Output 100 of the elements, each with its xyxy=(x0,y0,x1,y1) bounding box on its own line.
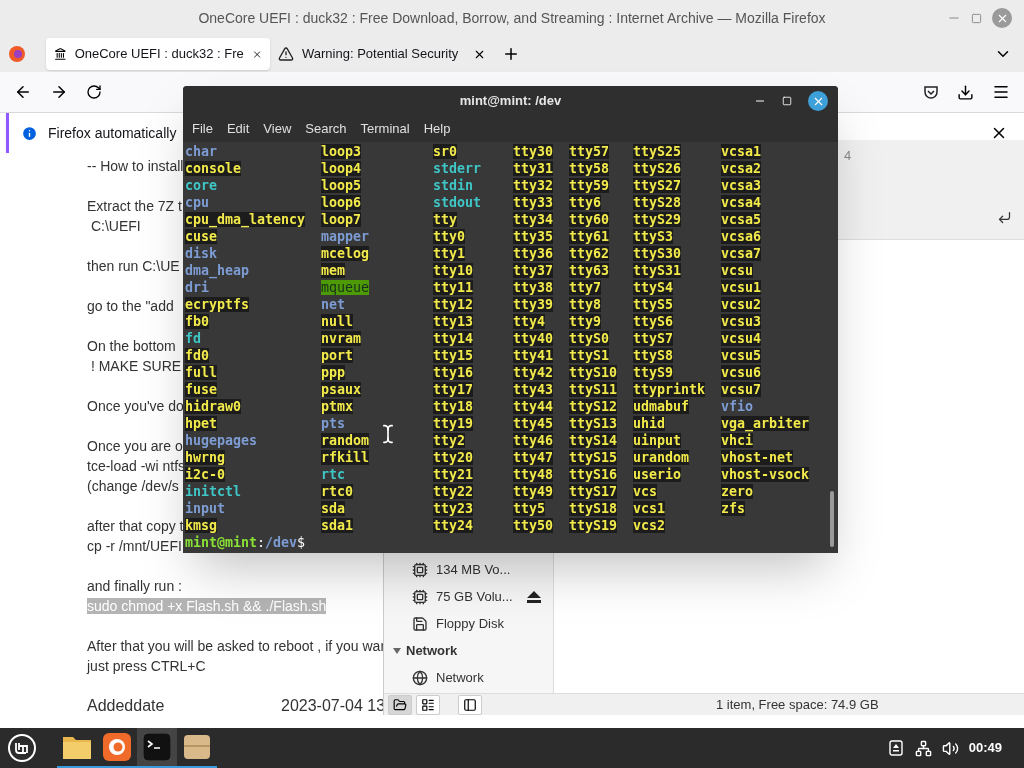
body-text: ! MAKE SURE xyxy=(89,358,182,374)
file-name: vhost-net xyxy=(721,450,794,465)
sidebar-item[interactable]: Floppy Disk xyxy=(384,610,553,637)
file-name: tty38 xyxy=(513,280,554,295)
file-name: ttyS19 xyxy=(569,518,618,533)
reload-icon[interactable] xyxy=(86,84,102,100)
menu-item[interactable]: File xyxy=(192,119,213,139)
file-name: ecryptfs xyxy=(185,297,250,312)
sidebar-item[interactable]: 134 MB Vo... xyxy=(384,556,553,583)
file-name: loop5 xyxy=(321,178,362,193)
menu-item[interactable]: Terminal xyxy=(360,119,410,139)
body-text: go to the "add xyxy=(87,298,174,314)
menu-item[interactable]: Help xyxy=(423,119,451,139)
file-name: tty xyxy=(433,212,458,227)
prompt-symbol: $ xyxy=(297,534,306,551)
file-name: tty1 xyxy=(433,246,466,261)
file-name: ttyS27 xyxy=(633,178,682,193)
file-name: hwrng xyxy=(185,450,226,465)
file-name: ttyS11 xyxy=(569,382,618,397)
file-name: ttyS10 xyxy=(569,365,618,380)
file-name: tty58 xyxy=(569,161,610,176)
forward-icon[interactable] xyxy=(50,83,68,101)
file-name: vcsa3 xyxy=(721,178,762,193)
view-button[interactable] xyxy=(388,694,412,715)
back-icon[interactable] xyxy=(14,83,32,101)
terminal-title: mint@mint: /dev xyxy=(459,92,562,111)
file-name: char xyxy=(185,144,218,159)
volume-icon[interactable] xyxy=(941,739,959,757)
firefox-icon[interactable] xyxy=(103,733,131,761)
taskbar-app[interactable] xyxy=(137,728,177,768)
download-icon[interactable] xyxy=(957,83,974,101)
file-name: kmsg xyxy=(185,518,218,533)
file-name: tty10 xyxy=(433,263,474,278)
file-name: tty11 xyxy=(433,280,474,295)
body-text: After that you will be asked to reboot , if you war xyxy=(87,638,386,654)
eject-icon[interactable] xyxy=(888,740,903,756)
metadata-label: Addeddate xyxy=(87,696,166,716)
shield-icon[interactable] xyxy=(923,84,939,100)
prompt-user: mint@mint xyxy=(185,534,258,551)
sidebar-item[interactable]: 75 GB Volu... xyxy=(384,583,553,610)
menu-logo-icon[interactable] xyxy=(7,733,37,763)
file-name: ttyS16 xyxy=(569,467,618,482)
sidebar-item[interactable]: Network xyxy=(384,664,553,691)
notification-text: Firefox automatically xyxy=(48,123,177,143)
view-button[interactable] xyxy=(416,694,440,715)
file-name: uhid xyxy=(633,416,666,431)
body-text: cp -r /mnt/UEFI xyxy=(87,538,182,554)
file-name: i2c-0 xyxy=(185,467,226,482)
file-name: tty14 xyxy=(433,331,474,346)
folder-icon[interactable] xyxy=(62,734,92,760)
file-name: ttyS4 xyxy=(633,280,674,295)
terminal-icon[interactable] xyxy=(143,733,171,761)
file-name: ttyS8 xyxy=(633,348,674,363)
file-name: tty37 xyxy=(513,263,554,278)
body-text: C:\UEFI xyxy=(89,218,141,234)
file-name: ttyS9 xyxy=(633,365,674,380)
new-tab-icon[interactable] xyxy=(502,45,520,63)
file-name: cpu xyxy=(185,195,210,210)
file-name: vcsa7 xyxy=(721,246,762,261)
file-name: hugepages xyxy=(185,433,258,448)
file-name: tty31 xyxy=(513,161,554,176)
file-name: tty20 xyxy=(433,450,474,465)
file-name: tty18 xyxy=(433,399,474,414)
menu-icon[interactable] xyxy=(992,83,1010,101)
file-name: tty59 xyxy=(569,178,610,193)
body-text: Extract the 7Z t xyxy=(87,198,182,214)
file-name: loop6 xyxy=(321,195,362,210)
network-icon[interactable] xyxy=(914,739,932,757)
expand-triangle-icon[interactable] xyxy=(392,645,402,656)
file-name: tty47 xyxy=(513,450,554,465)
file-name: cpu_dma_latency xyxy=(185,212,306,227)
file-name: vcs xyxy=(633,484,658,499)
box-icon[interactable] xyxy=(183,733,211,761)
file-name: ttyprintk xyxy=(633,382,706,397)
menu-item[interactable]: Edit xyxy=(226,119,250,139)
file-name: tty15 xyxy=(433,348,474,363)
file-name: loop7 xyxy=(321,212,362,227)
body-text: On the bottom xyxy=(87,338,176,354)
body-text: sudo chmod +x Flash.sh && ./Flash.sh xyxy=(87,598,327,614)
menu-item[interactable]: Search xyxy=(305,119,347,139)
eject-icon[interactable] xyxy=(527,590,541,603)
file-name: tty40 xyxy=(513,331,554,346)
file-name: tty16 xyxy=(433,365,474,380)
path-text: 4 xyxy=(844,147,852,165)
file-name: vcsu3 xyxy=(721,314,762,329)
menu-item[interactable]: View xyxy=(263,119,292,139)
view-button[interactable] xyxy=(458,694,482,715)
file-name: vfio xyxy=(721,399,754,414)
browser-tab[interactable]: Warning: Potential Security xyxy=(270,38,494,70)
browser-tab[interactable]: OneCore UEFI : duck32 : Fre xyxy=(46,38,270,70)
file-name: ptmx xyxy=(321,399,354,414)
file-name: tty62 xyxy=(569,246,610,261)
file-name: tty30 xyxy=(513,144,554,159)
scrollbar-thumb[interactable] xyxy=(830,491,834,547)
file-name: vcs2 xyxy=(633,518,666,533)
file-name: hidraw0 xyxy=(185,399,242,414)
return-icon[interactable] xyxy=(997,210,1012,225)
file-name: tty32 xyxy=(513,178,554,193)
clock[interactable]: 00:49 xyxy=(968,738,1002,758)
file-name: vcsa6 xyxy=(721,229,762,244)
